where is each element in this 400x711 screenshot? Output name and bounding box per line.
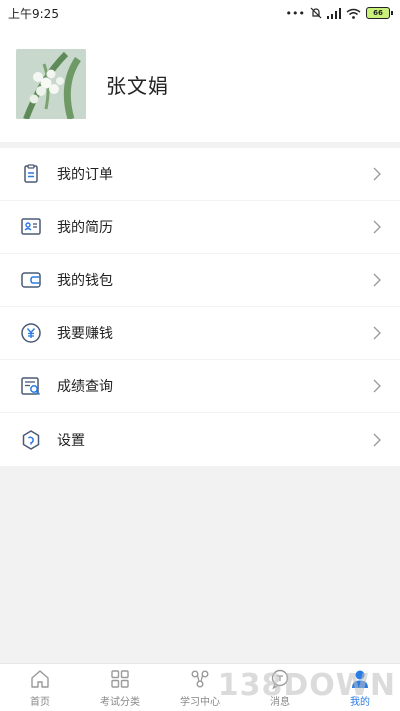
chevron-right-icon xyxy=(373,167,381,181)
menu-item-label: 成绩查询 xyxy=(57,379,113,395)
status-time: 上午9:25 xyxy=(8,6,59,21)
order-icon xyxy=(20,163,42,185)
watermark: 138DOWN xyxy=(217,668,396,703)
status-icons: ••• 66 xyxy=(285,6,393,20)
menu-item-wallet[interactable]: 我的钱包 xyxy=(0,254,400,307)
menu-item-resume[interactable]: 我的简历 xyxy=(0,201,400,254)
wifi-icon xyxy=(346,8,361,19)
resume-icon xyxy=(20,216,42,238)
wallet-icon xyxy=(20,269,42,291)
menu-item-score-query[interactable]: 成绩查询 xyxy=(0,360,400,413)
category-grid-icon xyxy=(111,669,129,688)
status-bar: 上午9:25 ••• 66 xyxy=(0,0,400,26)
menu-item-label: 我的订单 xyxy=(57,167,113,183)
battery-level: 66 xyxy=(373,9,383,17)
chevron-right-icon xyxy=(373,379,381,393)
tab-label: 首页 xyxy=(30,696,50,708)
more-dots-icon: ••• xyxy=(285,6,305,20)
menu-item-label: 我要赚钱 xyxy=(57,326,113,342)
profile-header[interactable]: 张文娟 xyxy=(0,26,400,142)
tab-label: 学习中心 xyxy=(180,696,220,708)
avatar[interactable] xyxy=(16,49,86,119)
tab-exam-category[interactable]: 考试分类 xyxy=(80,668,160,708)
lily-of-the-valley-photo xyxy=(16,49,86,119)
tab-label: 考试分类 xyxy=(100,696,140,708)
mute-bell-icon xyxy=(310,7,322,19)
menu-item-earn-money[interactable]: 我要赚钱 xyxy=(0,307,400,360)
menu-list: 我的订单 我的简历 我的钱包 我要赚钱 成绩查询 设置 xyxy=(0,148,400,466)
menu-item-label: 我的简历 xyxy=(57,220,113,236)
battery-icon: 66 xyxy=(366,7,393,19)
menu-item-settings[interactable]: 设置 xyxy=(0,413,400,466)
chevron-right-icon xyxy=(373,220,381,234)
menu-item-orders[interactable]: 我的订单 xyxy=(0,148,400,201)
yuan-coin-icon xyxy=(20,322,42,344)
chevron-right-icon xyxy=(373,273,381,287)
menu-item-label: 设置 xyxy=(57,432,85,449)
profile-name: 张文娟 xyxy=(106,73,169,98)
signal-icon xyxy=(327,7,341,19)
chevron-right-icon xyxy=(373,326,381,340)
settings-icon xyxy=(20,429,42,451)
home-icon xyxy=(31,669,49,688)
tab-home[interactable]: 首页 xyxy=(0,668,80,708)
score-search-icon xyxy=(20,375,42,397)
menu-item-label: 我的钱包 xyxy=(57,273,113,289)
chevron-right-icon xyxy=(373,433,381,446)
learning-center-icon xyxy=(191,670,209,687)
